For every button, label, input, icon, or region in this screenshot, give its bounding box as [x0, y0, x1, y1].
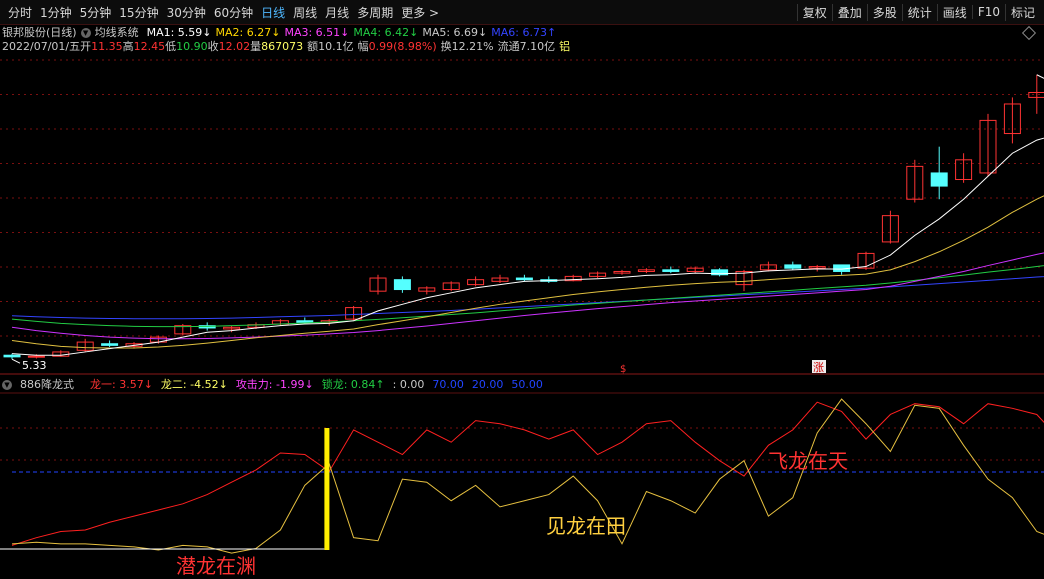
candle-body [662, 269, 680, 272]
long1-line [11, 401, 1044, 546]
candle-body [930, 172, 948, 187]
low-mark-label: 5.33 [22, 359, 47, 372]
marker-dollar: $ [620, 364, 626, 375]
candle-body [784, 264, 802, 269]
candle-body [27, 355, 45, 358]
high-mark-pointer [1036, 74, 1044, 79]
label-fly-dragon: 飞龙在天 [768, 449, 848, 473]
long2-line [11, 398, 1044, 554]
label-hidden-dragon: 潜龙在渊 [176, 554, 256, 578]
kline-chart[interactable]: 13.995.33$涨 [0, 0, 1044, 564]
candle-body [3, 354, 21, 358]
candle-body [393, 279, 411, 291]
candle-body [101, 343, 119, 346]
low-mark-pointer [11, 358, 21, 364]
candle-body [296, 320, 314, 323]
label-field-dragon: 见龙在田 [546, 514, 626, 538]
cross-signal-bar [324, 428, 330, 550]
ma3-line [11, 252, 1044, 340]
ma2-line [11, 195, 1044, 349]
marker-zhang: 涨 [813, 361, 824, 374]
candle-body [515, 277, 533, 281]
